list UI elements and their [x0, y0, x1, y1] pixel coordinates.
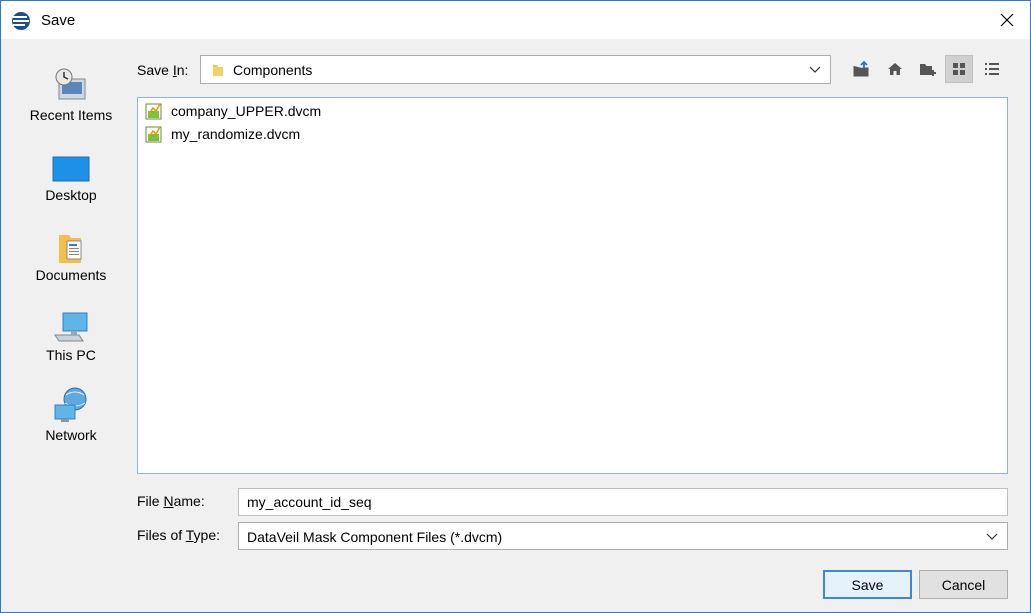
new-folder-button[interactable]	[914, 55, 942, 83]
place-label: Recent Items	[29, 107, 113, 123]
up-folder-button[interactable]	[847, 55, 875, 83]
home-icon	[888, 63, 902, 75]
home-button[interactable]	[881, 55, 909, 83]
this-pc-icon	[54, 312, 88, 342]
details-view-icon	[985, 63, 999, 75]
list-view-icon	[953, 63, 965, 75]
close-icon	[1000, 13, 1014, 27]
save-in-value: Components	[233, 62, 313, 78]
place-label: Desktop	[45, 187, 97, 203]
folder-icon	[213, 65, 223, 76]
desktop-icon	[52, 156, 90, 182]
new-folder-icon	[920, 64, 936, 76]
details-view-button[interactable]	[978, 55, 1006, 83]
title-bar: Save	[1, 1, 1030, 39]
list-item[interactable]: company_UPPER.dvcm	[145, 101, 321, 121]
app-icon	[12, 12, 30, 30]
place-this-pc[interactable]: This PC	[11, 301, 131, 377]
save-in-label: Save In:	[137, 62, 189, 78]
file-type-label: Files of Type:	[137, 527, 221, 543]
file-name-field[interactable]: my_account_id_seq	[238, 488, 1008, 516]
place-label: This PC	[46, 347, 96, 363]
up-folder-icon	[853, 60, 869, 77]
place-recent-items[interactable]: Recent Items	[11, 61, 131, 137]
place-network[interactable]: Network	[11, 381, 131, 457]
file-type-value: DataVeil Mask Component Files (*.dvcm)	[247, 529, 503, 545]
file-name: my_randomize.dvcm	[171, 126, 301, 142]
dvcm-file-icon	[145, 103, 162, 120]
place-label: Documents	[35, 267, 107, 283]
dvcm-file-icon	[145, 126, 162, 143]
save-in-combo[interactable]: Components	[200, 55, 831, 84]
file-type-select[interactable]: DataVeil Mask Component Files (*.dvcm)	[238, 522, 1008, 550]
save-button[interactable]: Save	[823, 570, 912, 599]
list-item[interactable]: my_randomize.dvcm	[145, 124, 300, 144]
cancel-button[interactable]: Cancel	[919, 570, 1008, 599]
chevron-down-icon	[986, 533, 998, 540]
network-icon	[54, 387, 87, 422]
recent-items-icon	[55, 68, 86, 100]
save-dialog: Save Recent Items Desktop Documents This…	[0, 0, 1031, 613]
close-button[interactable]	[984, 1, 1030, 39]
file-name-label: File Name:	[137, 493, 205, 509]
list-view-button[interactable]	[945, 55, 973, 83]
documents-icon	[59, 235, 82, 263]
window-title: Save	[41, 12, 76, 29]
place-desktop[interactable]: Desktop	[11, 141, 131, 217]
file-list[interactable]: company_UPPER.dvcm my_randomize.dvcm	[137, 97, 1008, 474]
place-label: Network	[45, 427, 97, 443]
file-name: company_UPPER.dvcm	[171, 103, 322, 119]
place-documents[interactable]: Documents	[11, 221, 131, 297]
chevron-down-icon	[809, 66, 821, 73]
